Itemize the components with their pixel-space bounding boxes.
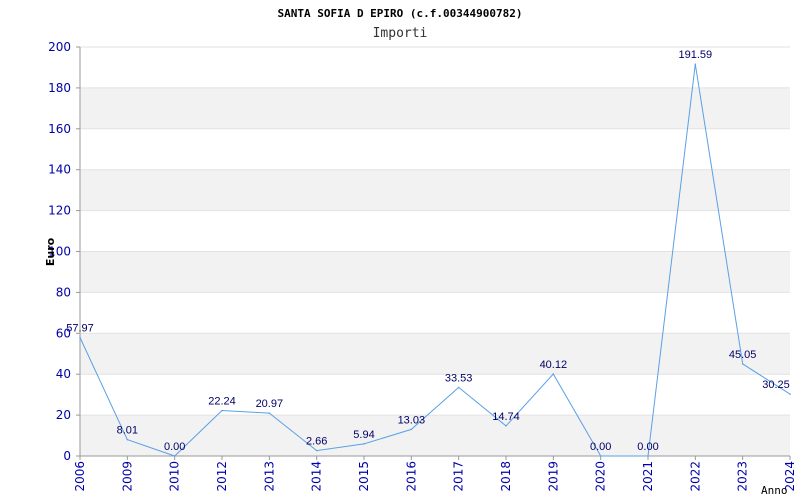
x-tick-label: 2020 [594, 461, 608, 492]
x-tick-label: 2016 [404, 461, 418, 492]
data-label: 0.00 [637, 441, 658, 453]
y-tick-label: 0 [63, 449, 71, 463]
data-point [647, 455, 649, 457]
y-tick-label: 200 [48, 40, 71, 54]
y-tick-label: 180 [48, 81, 71, 95]
data-label: 191.59 [679, 49, 713, 61]
data-point [410, 428, 413, 431]
data-point [221, 409, 223, 412]
data-point [363, 443, 365, 445]
data-point [694, 63, 697, 65]
grid-band [80, 333, 790, 375]
data-point [173, 455, 176, 457]
y-tick-label: 160 [48, 122, 71, 136]
data-label: 14.74 [492, 411, 520, 423]
data-point [79, 336, 81, 339]
data-point [741, 363, 744, 365]
data-label: 33.53 [445, 372, 473, 384]
x-axis-label: Anno [761, 484, 788, 497]
data-point [552, 373, 555, 375]
data-label: 0.00 [164, 441, 185, 453]
grid-band [80, 415, 790, 456]
data-point [789, 393, 791, 395]
data-label: 57.97 [66, 322, 94, 334]
x-tick-label: 2022 [688, 461, 702, 492]
line-chart: SANTA SOFIA D EPIRO (c.f.00344900782) Im… [44, 7, 797, 497]
data-label: 13.03 [398, 414, 426, 426]
data-point [505, 425, 507, 427]
x-tick-label: 2006 [73, 461, 87, 492]
y-tick-label: 40 [56, 367, 71, 381]
x-tick-label: 2021 [641, 461, 655, 492]
x-tick-label: 2010 [168, 461, 182, 492]
x-tick-label: 2012 [215, 461, 229, 492]
chart-subtitle: Importi [373, 26, 428, 41]
data-label: 22.24 [208, 396, 236, 408]
x-tick-label: 2023 [736, 461, 750, 492]
x-tick-label: 2019 [546, 461, 560, 492]
y-tick-label: 80 [56, 285, 71, 299]
data-label: 45.05 [729, 349, 757, 361]
data-label: 2.66 [306, 436, 327, 448]
y-tick-label: 140 [48, 163, 71, 177]
data-label: 0.00 [590, 441, 611, 453]
data-label: 40.12 [540, 359, 568, 371]
data-point [315, 449, 318, 452]
x-tick-label: 2014 [310, 461, 324, 492]
x-axis-ticks: 2006 2009 2010 2012 2013 2014 2015 2016 2017 2018… [73, 456, 797, 492]
data-point [599, 455, 602, 457]
data-label: 8.01 [117, 425, 138, 437]
x-tick-label: 2018 [499, 461, 513, 492]
x-tick-label: 2013 [262, 461, 276, 492]
data-label: 30.25 [762, 379, 790, 391]
grid-band [80, 87, 790, 129]
grid-band [80, 169, 790, 211]
data-point [268, 412, 271, 414]
data-label: 5.94 [353, 429, 374, 441]
x-tick-label: 2017 [452, 461, 466, 492]
grid-band [80, 251, 790, 293]
y-tick-label: 20 [56, 408, 71, 422]
data-label: 20.97 [256, 398, 284, 410]
y-axis-label: Euro [44, 237, 57, 266]
data-point [457, 386, 460, 389]
x-tick-label: 2009 [120, 461, 134, 492]
y-tick-label: 120 [48, 204, 71, 218]
data-point [126, 438, 129, 441]
chart-title: SANTA SOFIA D EPIRO (c.f.00344900782) [277, 7, 522, 20]
x-tick-label: 2015 [357, 461, 371, 492]
